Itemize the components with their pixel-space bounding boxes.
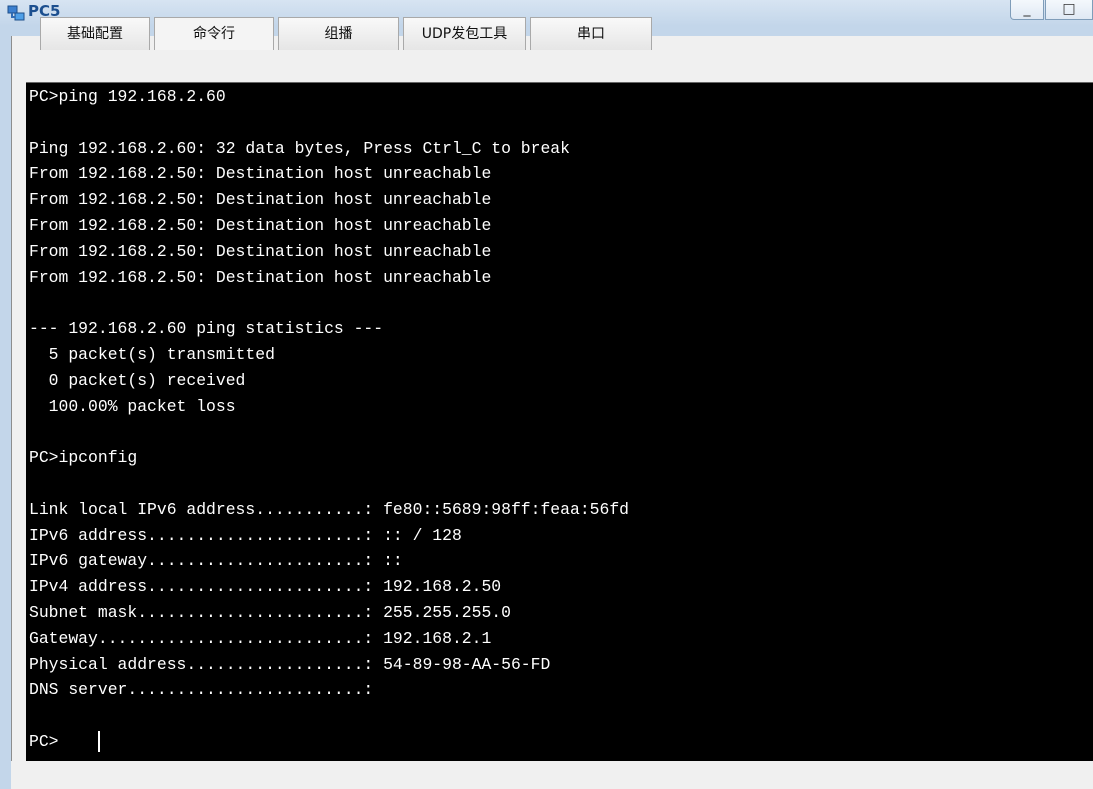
maximize-button[interactable]: □ (1045, 0, 1093, 20)
tab-serial-port[interactable]: 串口 (530, 17, 652, 50)
terminal-line: From 192.168.2.50: Destination host unre… (29, 267, 492, 287)
minimize-button[interactable]: _ (1010, 0, 1044, 20)
tab-command-line[interactable]: 命令行 (154, 17, 274, 50)
terminal-line: From 192.168.2.50: Destination host unre… (29, 164, 492, 184)
tab-udp-tool[interactable]: UDP发包工具 (403, 17, 526, 50)
terminal-line: Ping 192.168.2.60: 32 data bytes, Press … (29, 138, 570, 158)
pc-network-icon (7, 5, 25, 21)
terminal-line: 100.00% packet loss (29, 396, 236, 416)
tab-basic-config[interactable]: 基础配置 (40, 17, 150, 50)
terminal-line: Subnet mask.......................: 255.… (29, 603, 511, 622)
terminal-line: IPv4 address......................: 192.… (29, 577, 502, 597)
terminal-line: PC>ipconfig (29, 448, 138, 468)
terminal-line: Physical address..................: 54-8… (29, 654, 551, 674)
window-bottom-border (11, 761, 1093, 789)
tab-multicast[interactable]: 组播 (278, 17, 399, 50)
terminal-line: --- 192.168.2.60 ping statistics --- (29, 319, 384, 339)
terminal-line: IPv6 gateway......................: :: (29, 551, 403, 571)
terminal-line: From 192.168.2.50: Destination host unre… (29, 190, 492, 210)
terminal-line: Gateway...........................: 192.… (29, 628, 492, 648)
terminal-line: 0 packet(s) received (29, 370, 246, 390)
terminal-line: From 192.168.2.50: Destination host unre… (29, 241, 492, 261)
terminal-line: Link local IPv6 address...........: fe80… (29, 499, 629, 519)
terminal-line: 5 packet(s) transmitted (29, 345, 275, 364)
terminal-line: From 192.168.2.50: Destination host unre… (29, 216, 492, 235)
terminal-line: IPv6 address......................: :: /… (29, 525, 462, 545)
text-cursor (98, 731, 100, 752)
terminal-line: PC> (29, 732, 59, 751)
terminal-console[interactable]: PC>ping 192.168.2.60 Ping 192.168.2.60: 3… (26, 82, 1093, 761)
terminal-line: DNS server........................: (29, 680, 374, 700)
terminal-line: PC>ping 192.168.2.60 (29, 87, 226, 106)
